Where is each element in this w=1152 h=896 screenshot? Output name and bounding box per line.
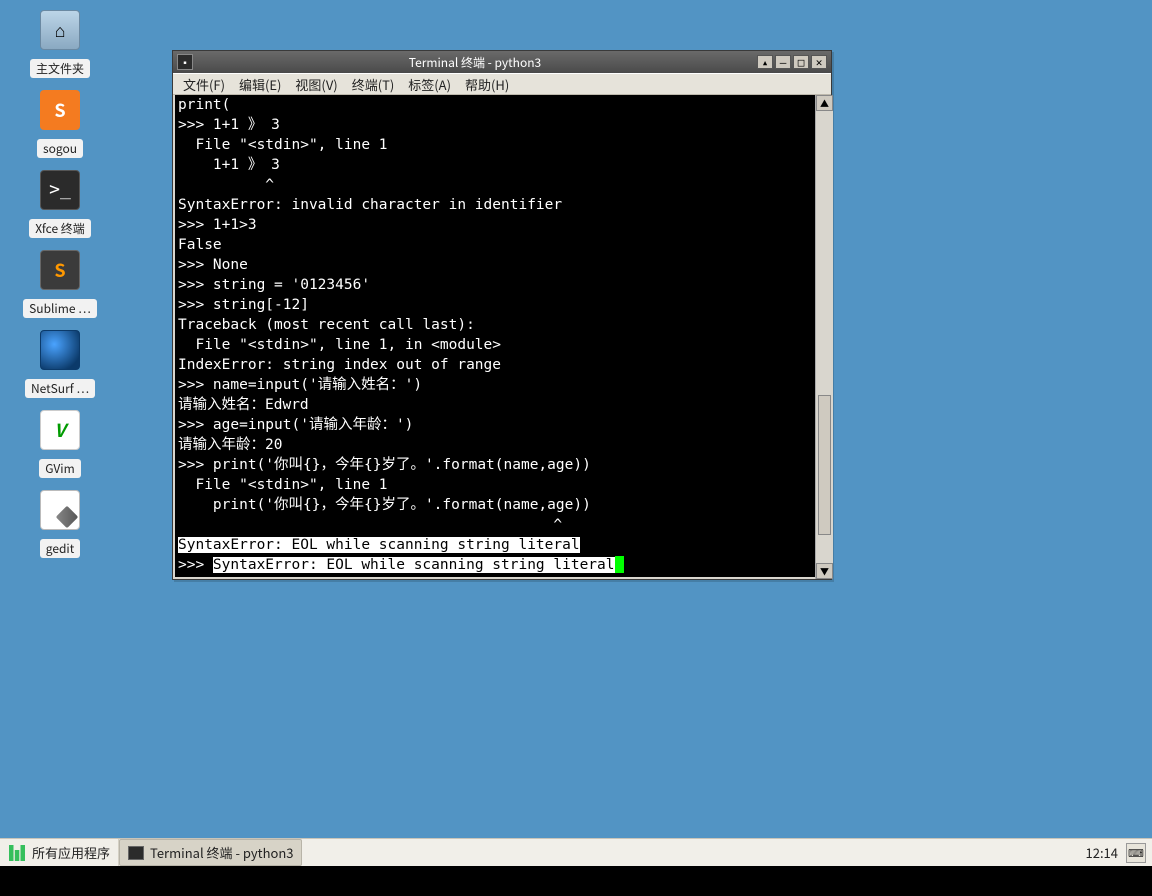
window-controls: ▴ – □ ✕ <box>757 55 827 69</box>
terminal-icon: >_ <box>40 170 80 210</box>
shade-button[interactable]: ▴ <box>757 55 773 69</box>
menu-terminal[interactable]: 终端(T) <box>352 75 395 94</box>
desktop-icon-xfce-terminal[interactable]: >_ Xfce 终端 <box>20 170 100 238</box>
menu-tabs[interactable]: 标签(A) <box>408 75 451 94</box>
minimize-button[interactable]: – <box>775 55 791 69</box>
menu-view[interactable]: 视图(V) <box>295 75 337 94</box>
desktop-icon-label: Xfce 终端 <box>29 219 91 238</box>
maximize-button[interactable]: □ <box>793 55 809 69</box>
desktop-icon-home[interactable]: ⌂ 主文件夹 <box>20 10 100 78</box>
desktop-icon-label: 主文件夹 <box>30 59 90 78</box>
desktop-icons: ⌂ 主文件夹 S sogou >_ Xfce 终端 S Sublime … Ne… <box>20 10 100 570</box>
all-apps-button[interactable]: 所有应用程序 <box>0 839 119 866</box>
gvim-icon: V <box>40 410 80 450</box>
desktop-icon-label: Sublime … <box>23 299 97 318</box>
terminal-icon <box>128 846 144 860</box>
menu-file[interactable]: 文件(F) <box>183 75 225 94</box>
keyboard-indicator-icon[interactable]: ⌨ <box>1126 843 1146 863</box>
all-apps-label: 所有应用程序 <box>32 843 110 862</box>
sublime-icon: S <box>40 250 80 290</box>
scrollbar[interactable]: ▲ ▼ <box>815 95 833 579</box>
terminal-window[interactable]: ▪ Terminal 终端 - python3 ▴ – □ ✕ 文件(F) 编辑… <box>172 50 832 580</box>
desktop-icon-netsurf[interactable]: NetSurf … <box>20 330 100 398</box>
scroll-down-button[interactable]: ▼ <box>816 563 833 579</box>
menu-edit[interactable]: 编辑(E) <box>239 75 281 94</box>
manjaro-logo-icon <box>8 844 26 862</box>
scroll-up-button[interactable]: ▲ <box>816 95 833 111</box>
window-title: Terminal 终端 - python3 <box>199 54 751 71</box>
desktop-icon-label: GVim <box>39 459 80 478</box>
desktop-icon-gvim[interactable]: V GVim <box>20 410 100 478</box>
terminal-output[interactable]: print(>>> 1+1 》 3 File "<stdin>", line 1… <box>173 95 831 579</box>
desktop-icon-sublime[interactable]: S Sublime … <box>20 250 100 318</box>
gedit-icon <box>40 490 80 530</box>
taskbar: 所有应用程序 Terminal 终端 - python3 12:14 ⌨ <box>0 838 1152 866</box>
home-folder-icon: ⌂ <box>40 10 80 50</box>
close-button[interactable]: ✕ <box>811 55 827 69</box>
titlebar[interactable]: ▪ Terminal 终端 - python3 ▴ – □ ✕ <box>173 51 831 73</box>
scroll-thumb[interactable] <box>818 395 831 535</box>
sogou-icon: S <box>40 90 80 130</box>
menu-help[interactable]: 帮助(H) <box>465 75 509 94</box>
netsurf-icon <box>40 330 80 370</box>
desktop-icon-gedit[interactable]: gedit <box>20 490 100 558</box>
terminal-viewport: print(>>> 1+1 》 3 File "<stdin>", line 1… <box>173 95 831 579</box>
window-menu-icon[interactable]: ▪ <box>177 54 193 70</box>
desktop-icon-label: NetSurf … <box>25 379 95 398</box>
desktop-icon-sogou[interactable]: S sogou <box>20 90 100 158</box>
desktop-icon-label: gedit <box>40 539 81 558</box>
taskbar-task-terminal[interactable]: Terminal 终端 - python3 <box>119 839 302 866</box>
menubar: 文件(F) 编辑(E) 视图(V) 终端(T) 标签(A) 帮助(H) <box>173 73 831 95</box>
clock[interactable]: 12:14 <box>1080 843 1124 862</box>
bottom-border <box>0 866 1152 896</box>
desktop-icon-label: sogou <box>37 139 83 158</box>
taskbar-task-label: Terminal 终端 - python3 <box>150 843 293 862</box>
